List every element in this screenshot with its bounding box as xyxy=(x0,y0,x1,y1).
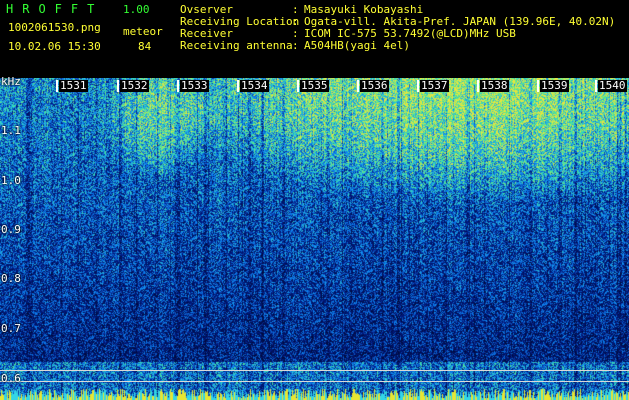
freq-tick-0-6: 0.6 xyxy=(1,372,21,385)
spectrogram-canvas xyxy=(0,78,629,400)
time-tick-1532 xyxy=(117,80,119,92)
time-tick-1538 xyxy=(477,80,479,92)
freq-tick-0-7: 0.7 xyxy=(1,322,21,335)
app-version: 1.00 xyxy=(123,3,150,16)
spectrogram xyxy=(0,78,629,400)
time-label-1537: 1537 xyxy=(420,79,449,92)
time-label-1540: 1540 xyxy=(598,79,627,92)
time-label-1534: 1534 xyxy=(240,79,269,92)
freq-tick-1-0: 1.0 xyxy=(1,174,21,187)
timestamp: 10.02.06 15:30 xyxy=(8,40,101,53)
time-label-1539: 1539 xyxy=(540,79,569,92)
antenna-label: Receiving antenna xyxy=(180,39,293,52)
time-label-1538: 1538 xyxy=(480,79,509,92)
time-tick-1537 xyxy=(417,80,419,92)
hrofft-window: HROFFT 1.00 1002061530.png meteor 10.02.… xyxy=(0,0,629,400)
antenna-value: A504HB(yagi 4el) xyxy=(304,39,410,52)
file-name: 1002061530.png xyxy=(8,21,101,34)
time-tick-1540 xyxy=(595,80,597,92)
app-logo: HROFFT xyxy=(6,2,104,16)
freq-tick-1-1: 1.1 xyxy=(1,124,21,137)
time-label-1532: 1532 xyxy=(120,79,149,92)
time-tick-1533 xyxy=(177,80,179,92)
time-label-1535: 1535 xyxy=(300,79,329,92)
time-label-1531: 1531 xyxy=(59,79,88,92)
time-tick-1536 xyxy=(357,80,359,92)
antenna-colon: : xyxy=(292,39,299,52)
freq-unit-label: kHz xyxy=(1,75,21,88)
meteor-label: meteor xyxy=(123,25,163,38)
time-tick-1534 xyxy=(237,80,239,92)
freq-tick-0-9: 0.9 xyxy=(1,223,21,236)
time-tick-1535 xyxy=(297,80,299,92)
time-tick-1539 xyxy=(537,80,539,92)
time-label-1536: 1536 xyxy=(360,79,389,92)
time-label-1533: 1533 xyxy=(180,79,209,92)
reference-line-lower xyxy=(0,381,629,382)
freq-tick-0-8: 0.8 xyxy=(1,272,21,285)
reference-line-upper xyxy=(0,370,629,371)
meteor-count: 84 xyxy=(138,40,152,53)
time-tick-1531 xyxy=(56,80,58,92)
